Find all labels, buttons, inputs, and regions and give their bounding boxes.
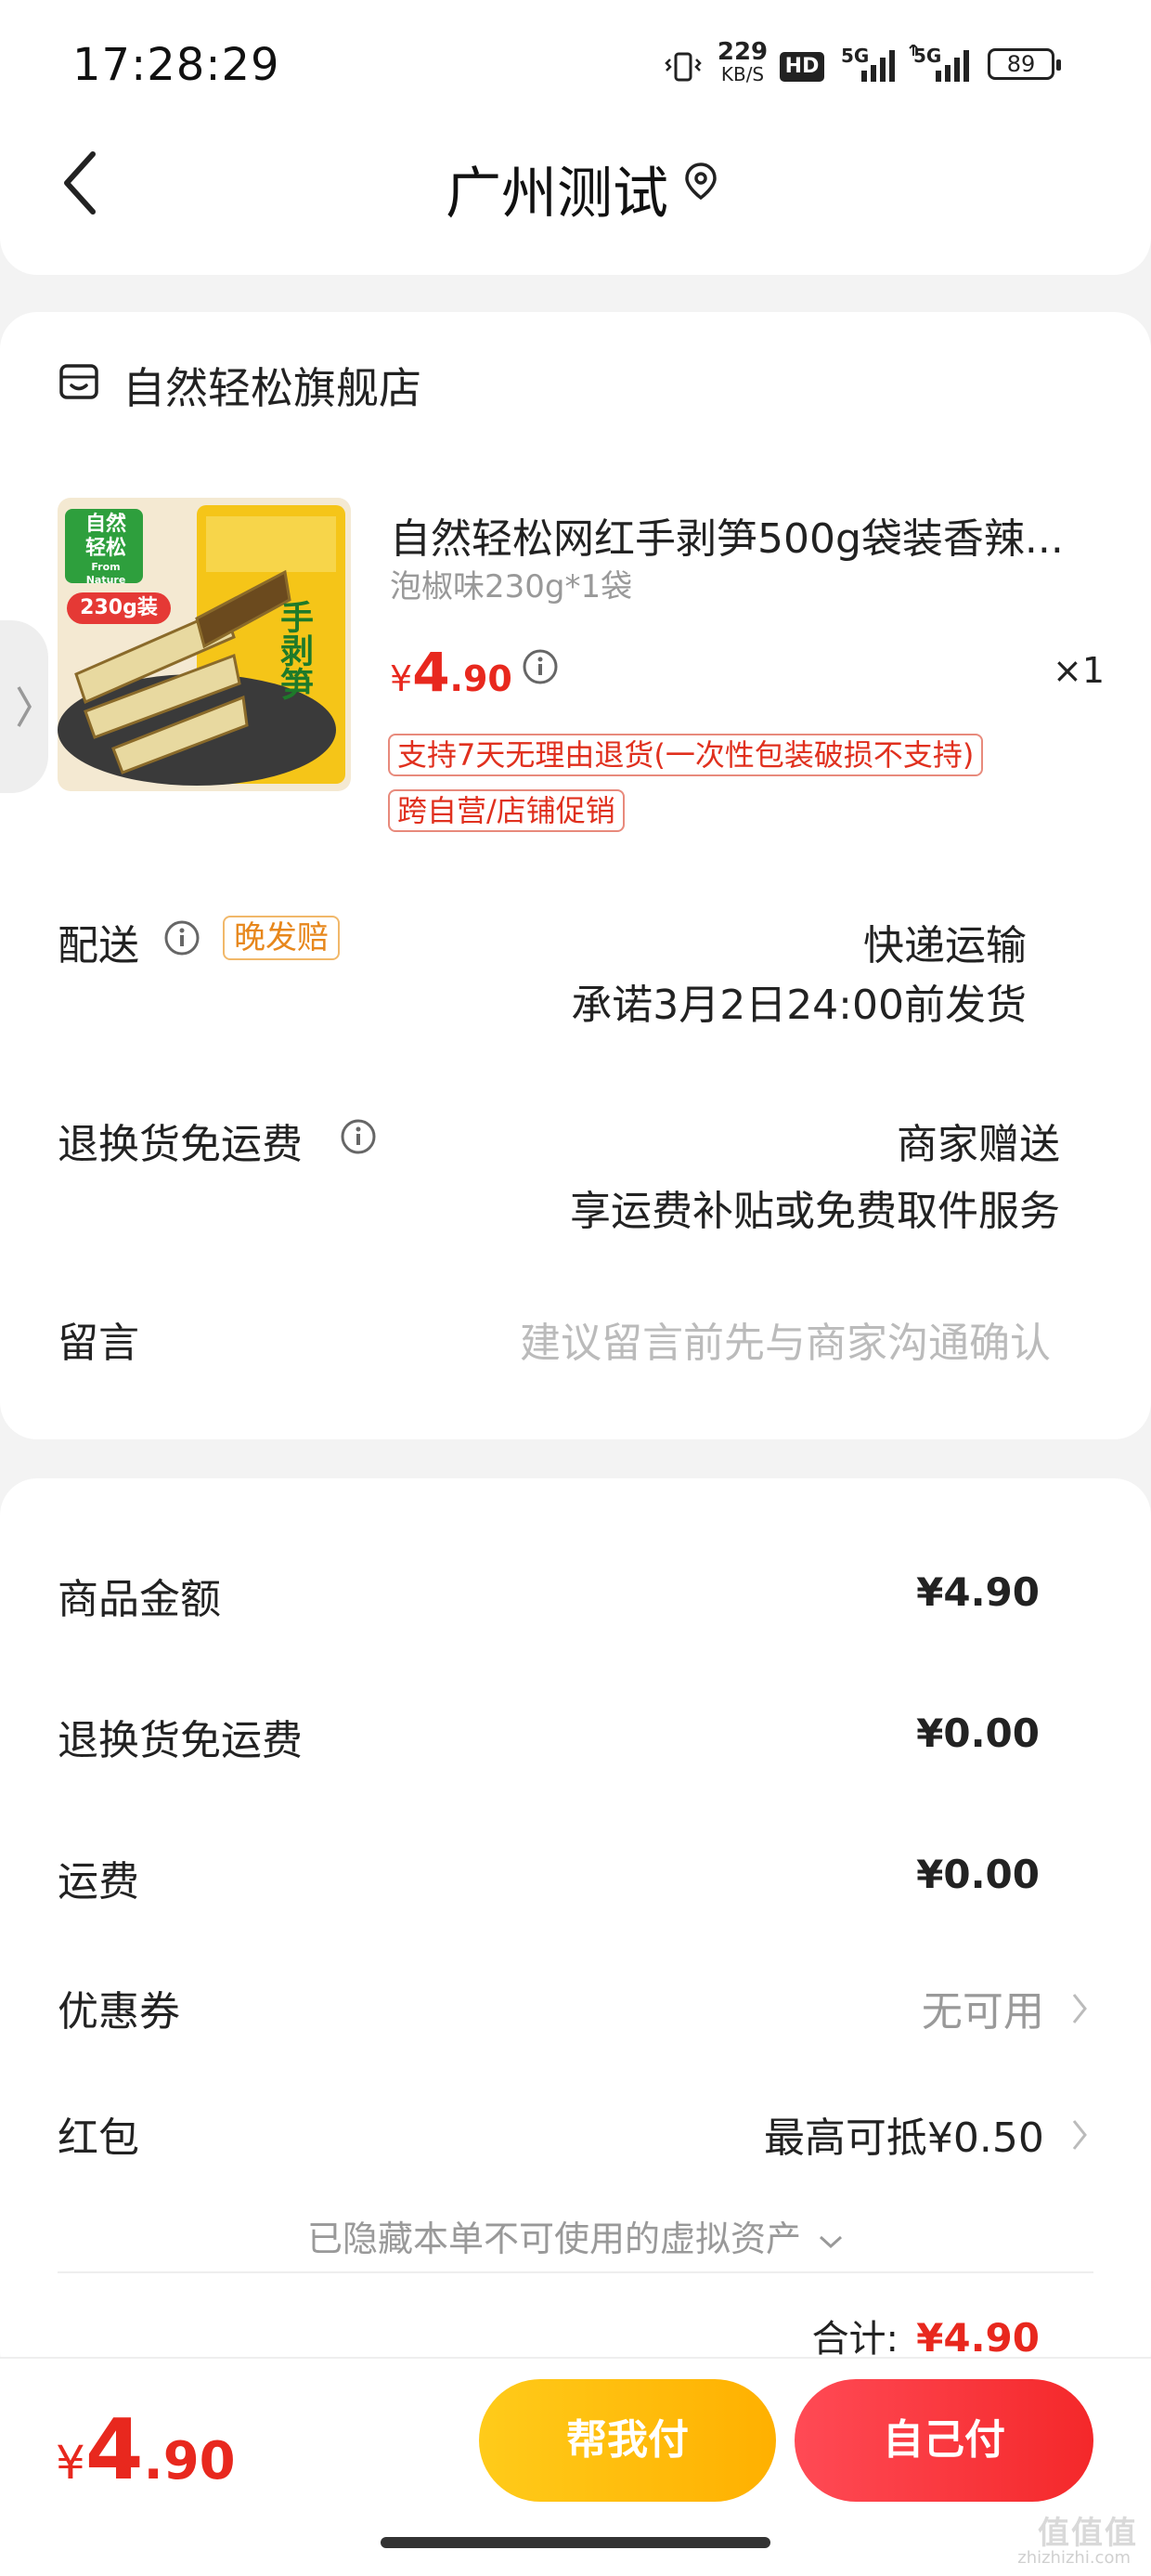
battery-level: 89: [1006, 51, 1036, 77]
return-policy-tag: 支持7天无理由退货(一次性包装破损不支持): [388, 734, 984, 776]
chevron-right-icon: [17, 686, 32, 727]
side-drawer-tab[interactable]: [0, 620, 48, 793]
total-label: 合计:: [811, 2318, 899, 2361]
return-shipping-label: 退换货免运费: [58, 1121, 303, 1168]
signal-5g-1-icon: 5G: [841, 45, 897, 85]
total-value: ¥4.90: [916, 2315, 1040, 2361]
delivery-method: 快递运输: [863, 922, 1027, 969]
watermark-logo: 值值值: [1038, 2515, 1138, 2552]
hidden-assets-text: 已隐藏本单不可使用的虚拟资产: [306, 2218, 801, 2259]
net-speed-value: 229: [717, 38, 769, 66]
product-title[interactable]: 自然轻松网红手剥笋500g袋装香辣...: [390, 505, 1077, 565]
return-shipping-info-icon[interactable]: [340, 1118, 377, 1155]
redpacket-row-button[interactable]: 最高可抵¥0.50: [764, 2104, 1088, 2164]
price-info-icon[interactable]: [522, 648, 559, 685]
promotion-tag: 跨自营/店铺促销: [388, 789, 625, 832]
redpacket-label: 红包: [58, 2114, 139, 2162]
redpacket-value: 最高可抵¥0.50: [763, 2114, 1044, 2162]
product-image[interactable]: 自然 轻松 From Nature 230g装 手剥笋: [58, 498, 351, 791]
delivery-info-icon[interactable]: [163, 919, 200, 956]
store-icon: [58, 360, 100, 403]
return-shipping-desc: 享运费补贴或免费取件服务: [570, 1188, 1060, 1235]
goods-amount-value: ¥4.90: [916, 1569, 1040, 1615]
status-time: 17:28:29: [72, 39, 280, 91]
page-title: 广州测试: [446, 162, 668, 227]
bag-text: 手剥笋: [275, 600, 313, 700]
hd-icon: HD: [780, 52, 824, 82]
return-fee-label: 退换货免运费: [58, 1717, 303, 1764]
message-input[interactable]: 建议留言前先与商家沟通确认: [520, 1309, 1051, 1369]
signal-5g-1-label: 5G: [841, 45, 870, 67]
chevron-right-icon: [1072, 1994, 1087, 2023]
watermark-url: zhizhizhi.com: [1017, 2548, 1131, 2568]
signal-5g-2-icon: 5G: [908, 43, 973, 85]
coupon-label: 优惠券: [58, 1988, 180, 2036]
message-label: 留言: [58, 1320, 139, 1367]
brand-label: 自然 轻松 From Nature: [84, 513, 126, 586]
order-total: 合计: ¥4.90: [812, 2309, 1040, 2362]
home-indicator[interactable]: [381, 2537, 770, 2548]
chevron-right-icon: [1072, 2120, 1087, 2150]
order-card: [0, 312, 1151, 1439]
goods-amount-label: 商品金额: [58, 1576, 221, 1623]
coupon-value: 无可用: [921, 1988, 1044, 2036]
location-pin-icon[interactable]: [683, 162, 718, 201]
signal-5g-2-label: 5G: [913, 45, 942, 67]
help-me-pay-button[interactable]: 帮我付: [479, 2379, 776, 2502]
delivery-promise: 承诺3月2日24:00前发货: [571, 982, 1027, 1029]
weight-badge: 230g装: [80, 596, 158, 619]
late-compensation-badge[interactable]: 晚发赔: [223, 916, 340, 960]
pay-myself-button[interactable]: 自己付: [795, 2379, 1093, 2502]
coupon-row-button[interactable]: 无可用: [922, 1978, 1088, 2037]
net-speed: 229 KB/S: [717, 38, 769, 85]
chevron-down-icon: [820, 2235, 843, 2249]
summary-divider: [58, 2271, 1093, 2273]
product-spec: 泡椒味230g*1袋: [390, 568, 633, 605]
battery-icon: 89: [988, 48, 1061, 80]
delivery-label: 配送: [58, 922, 139, 969]
return-fee-value: ¥0.00: [916, 1711, 1040, 1756]
vibrate-icon: [665, 50, 702, 84]
return-shipping-value: 商家赠送: [897, 1121, 1060, 1168]
hidden-assets-toggle[interactable]: 已隐藏本单不可使用的虚拟资产: [0, 2210, 1151, 2261]
hd-label: HD: [784, 55, 820, 78]
shipping-fee-value: ¥0.00: [916, 1852, 1040, 1897]
store-name[interactable]: 自然轻松旗舰店: [123, 355, 421, 416]
product-quantity: ×1: [1053, 650, 1106, 691]
net-speed-unit: KB/S: [720, 63, 765, 85]
bottom-price: ¥4.90: [56, 2401, 236, 2499]
product-price: ¥4.90: [390, 641, 512, 704]
shipping-fee-label: 运费: [58, 1858, 139, 1906]
